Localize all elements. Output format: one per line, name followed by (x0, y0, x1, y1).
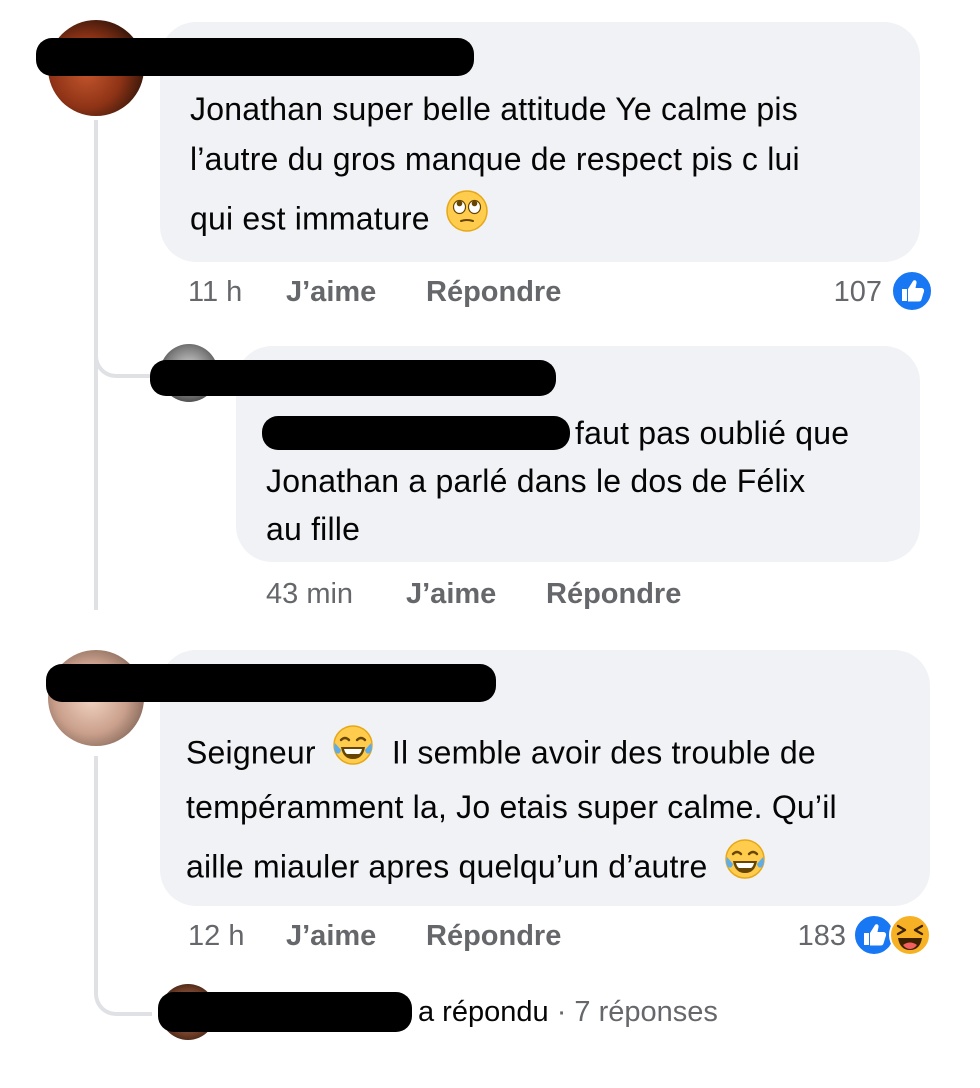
comment-text-line: faut pas oublié que (575, 415, 850, 451)
thread-connector-replies (94, 966, 152, 1016)
redacted-author-name (158, 992, 412, 1032)
reaction-count[interactable]: 183 (798, 918, 846, 954)
like-reaction-icon[interactable] (890, 269, 934, 318)
comment-timestamp: 43 min (266, 578, 354, 610)
comment-text-line: Seigneur (186, 734, 316, 771)
thread-connector-reply-1 (94, 330, 150, 378)
comment-text-line: Il semble avoir des trouble de (391, 734, 816, 771)
replies-count: 7 réponses (574, 996, 718, 1028)
reply-button[interactable]: Répondre (546, 576, 681, 612)
thread-line-2 (94, 756, 98, 976)
reply-button[interactable]: Répondre (426, 918, 561, 954)
redacted-author-name (46, 664, 496, 702)
redacted-mention (262, 416, 570, 450)
redacted-author-name (150, 360, 556, 396)
comment-text-line: qui est immature (190, 200, 430, 237)
comment-text-line: l’autre du gros manque de respect pis c … (190, 141, 800, 177)
comment-text-line-with-emoji: qui est immature (190, 189, 489, 250)
view-replies-link[interactable]: a répondu · 7 réponses (418, 994, 718, 1030)
separator: · (556, 996, 567, 1028)
comment-timestamp: 11 h (188, 276, 243, 308)
comment-text-line-with-emoji: Seigneur Il semble avoir des trouble de (186, 723, 816, 784)
haha-reaction-icon[interactable] (888, 913, 932, 962)
like-button[interactable]: J’aime (406, 576, 496, 612)
redacted-author-name (36, 38, 474, 76)
face-with-tears-of-joy-icon (723, 837, 767, 895)
comment-text-line: tempéramment la, Jo etais super calme. Q… (186, 789, 837, 825)
face-with-rolling-eyes-icon (445, 189, 489, 247)
replied-text: a répondu (418, 996, 549, 1028)
reaction-count[interactable]: 107 (834, 274, 882, 310)
comment-text-line: au fille (266, 511, 361, 547)
face-with-tears-of-joy-icon (331, 723, 375, 781)
reply-button[interactable]: Répondre (426, 274, 561, 310)
like-button[interactable]: J’aime (286, 274, 376, 310)
like-button[interactable]: J’aime (286, 918, 376, 954)
comment-text-line-with-emoji: aille miauler apres quelqu’un d’autre (186, 837, 767, 898)
comment-text-line: Jonathan a parlé dans le dos de Félix (266, 463, 806, 499)
comment-timestamp: 12 h (188, 920, 245, 952)
comment-text-line: aille miauler apres quelqu’un d’autre (186, 848, 708, 885)
comment-text-line: Jonathan super belle attitude Ye calme p… (190, 91, 798, 127)
